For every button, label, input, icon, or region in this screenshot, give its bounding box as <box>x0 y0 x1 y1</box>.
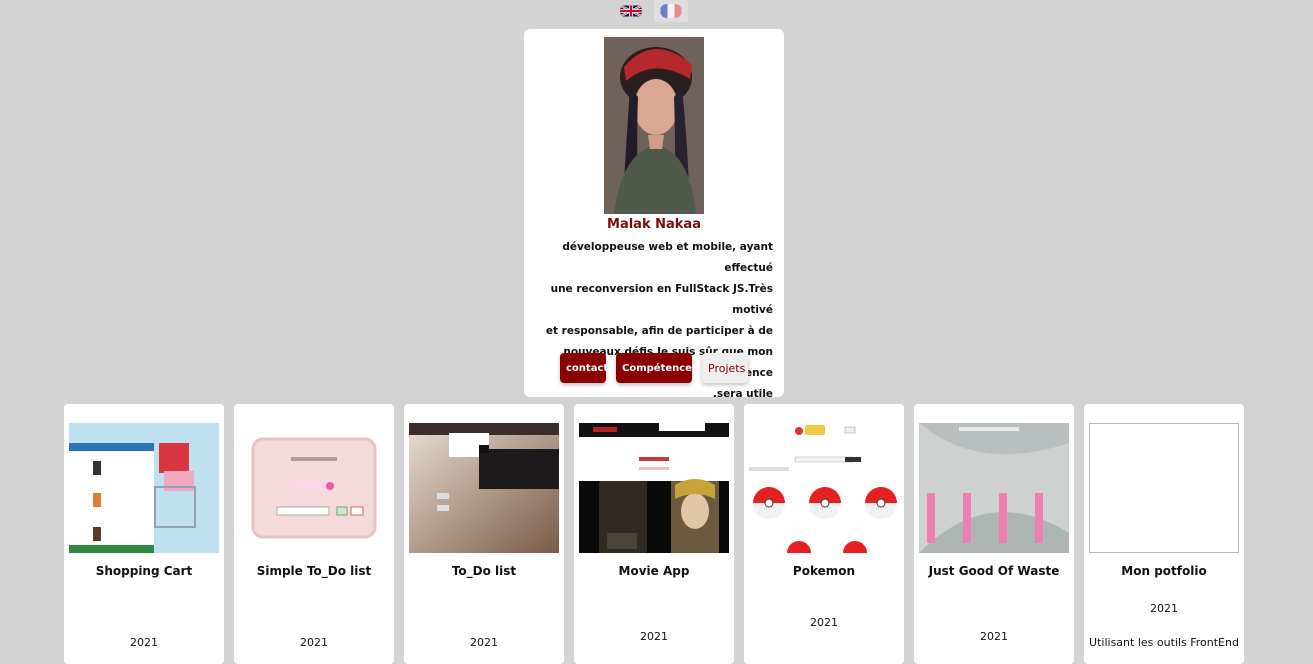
project-card-pokemon[interactable]: Pokemon 2021 <box>744 404 904 664</box>
movie-app-screenshot <box>579 423 729 553</box>
project-card-shopping-cart[interactable]: Shopping Cart 2021 <box>64 404 224 664</box>
project-title: To_Do list <box>451 564 517 578</box>
bio-line: une reconversion en FullStack JS.Très mo… <box>550 283 773 316</box>
contact-button[interactable]: contact <box>560 353 608 383</box>
project-year: 2021 <box>470 636 498 649</box>
project-year: 2021 <box>1150 602 1178 615</box>
project-card-todo[interactable]: To_Do list 2021 <box>404 404 564 664</box>
just-good-of-waste-screenshot <box>919 423 1069 553</box>
bio-line: et responsable, afin de participer à de <box>545 325 773 337</box>
project-year: 2021 <box>300 636 328 649</box>
language-en-button[interactable] <box>614 0 648 22</box>
bio-line: développeuse web et mobile, ayant effect… <box>562 241 773 274</box>
projects-button[interactable]: Projets <box>702 353 748 383</box>
project-title: Simple To_Do list <box>256 564 372 578</box>
project-year: 2021 <box>980 630 1008 643</box>
simple-todo-screenshot <box>239 423 389 553</box>
project-year: 2021 <box>640 630 668 643</box>
bio-line: .sera utile <box>712 388 773 400</box>
project-card-movie-app[interactable]: Movie App 2021 <box>574 404 734 664</box>
uk-flag-icon <box>620 4 642 18</box>
project-description: Utilisant les outils FrontEnd <box>1089 636 1239 649</box>
skills-button[interactable]: Compétences <box>616 353 698 383</box>
todo-screenshot <box>409 423 559 553</box>
shopping-cart-screenshot <box>69 423 219 553</box>
language-fr-button[interactable] <box>654 0 688 22</box>
project-card-mon-potfolio[interactable]: Mon potfolio 2021 Utilisant les outils F… <box>1084 404 1244 664</box>
project-year: 2021 <box>810 616 838 629</box>
fr-flag-icon <box>660 4 682 18</box>
project-card-just-good-of-waste[interactable]: Just Good Of Waste 2021 <box>914 404 1074 664</box>
profile-card: Malak Nakaa développeuse web et mobile, … <box>524 29 784 400</box>
project-title: Movie App <box>618 564 690 578</box>
project-title: Just Good Of Waste <box>928 564 1060 578</box>
avatar-photo <box>604 37 704 214</box>
project-year: 2021 <box>130 636 158 649</box>
pokemon-screenshot <box>749 423 899 553</box>
project-card-simple-todo[interactable]: Simple To_Do list 2021 <box>234 404 394 664</box>
project-title: Shopping Cart <box>95 564 193 578</box>
project-title: Pokemon <box>792 564 856 578</box>
portfolio-blank-thumbnail <box>1089 423 1239 553</box>
profile-name: Malak Nakaa <box>607 217 701 232</box>
avatar <box>604 37 704 214</box>
project-title: Mon potfolio <box>1121 564 1207 578</box>
